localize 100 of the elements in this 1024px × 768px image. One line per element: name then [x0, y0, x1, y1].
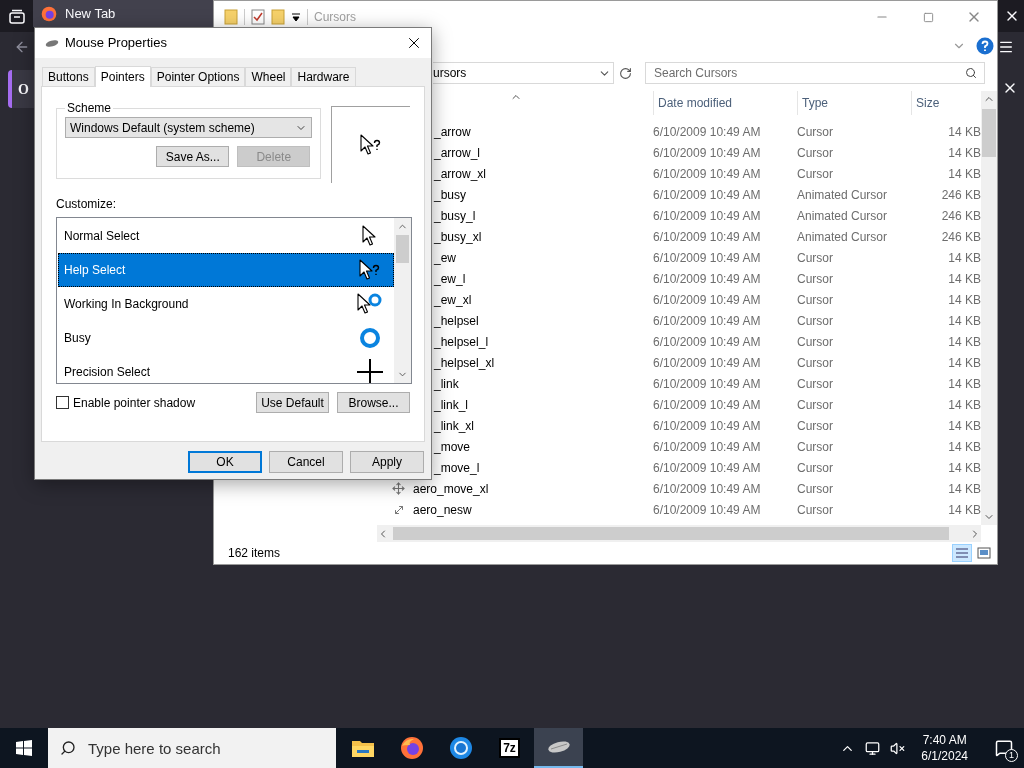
file-name[interactable]: aero_nesw: [413, 502, 472, 517]
taskbar-app[interactable]: [534, 728, 583, 768]
scheme-dropdown[interactable]: Windows Default (system scheme): [65, 117, 313, 138]
dialog-button[interactable]: Apply: [350, 451, 424, 473]
checkbox[interactable]: [56, 396, 69, 409]
dropdown-icon[interactable]: [291, 12, 301, 22]
table-cell-text: 246 KB: [940, 228, 981, 246]
table-cell-text: 6/10/2009 10:49 AM: [653, 354, 762, 372]
table-cell-text: Cursor: [797, 375, 834, 393]
table-cell-text: 6/10/2009 10:49 AM: [653, 333, 762, 351]
notification-count: 1: [1005, 749, 1018, 762]
vertical-scrollbar[interactable]: [981, 91, 997, 525]
address-bar[interactable]: ursors: [433, 62, 614, 84]
file-name[interactable]: _helpsel: [434, 313, 479, 328]
scheme-action-button[interactable]: Save As...: [156, 146, 230, 167]
table-cell-text: 14 KB: [947, 396, 981, 414]
file-name[interactable]: _ew: [434, 250, 456, 265]
ring-browser-icon: [448, 736, 473, 760]
page-button[interactable]: O: [8, 70, 34, 108]
search-field[interactable]: Search Cursors: [645, 62, 985, 84]
busy-arrow-cursor-icon: [357, 293, 383, 315]
file-name[interactable]: _arrow_xl: [434, 166, 487, 181]
table-cell-text: 6/10/2009 10:49 AM: [653, 144, 762, 162]
move-arrows-icon: [392, 482, 405, 495]
pointer-list-item[interactable]: Normal Select: [58, 219, 394, 253]
table-cell-text: 14 KB: [947, 333, 981, 351]
file-name[interactable]: _move: [434, 439, 471, 454]
pointer-action-button[interactable]: Browse...: [337, 392, 410, 413]
file-name[interactable]: _ew_xl: [434, 292, 472, 307]
dialog-title: Mouse Properties: [65, 34, 167, 53]
mouse-icon: [546, 740, 571, 754]
help-icon[interactable]: [976, 37, 994, 55]
table-cell-text: 14 KB: [947, 354, 981, 372]
taskbar-app[interactable]: 7z: [485, 728, 534, 768]
start-icon[interactable]: [16, 740, 32, 756]
scroll-thumb[interactable]: [393, 527, 949, 540]
table-cell-text: 6/10/2009 10:49 AM: [653, 459, 762, 477]
table-cell-text: Animated Cursor: [797, 186, 889, 204]
tab[interactable]: Wheel: [245, 67, 292, 86]
table-cell-text: 6/10/2009 10:49 AM: [653, 501, 762, 519]
file-name[interactable]: _link_xl: [434, 418, 475, 433]
file-name[interactable]: _helpsel_xl: [434, 355, 495, 370]
tab-list-icon[interactable]: [8, 8, 25, 24]
dialog-button[interactable]: OK: [188, 451, 262, 473]
table-cell-text: 6/10/2009 10:49 AM: [653, 165, 762, 183]
file-name[interactable]: _move_l: [434, 460, 480, 475]
file-name[interactable]: _busy: [434, 187, 467, 202]
properties-icon[interactable]: [251, 9, 265, 25]
tab[interactable]: Pointers: [94, 66, 151, 87]
tab[interactable]: Pointer Options: [150, 67, 246, 86]
file-name[interactable]: _helpsel_l: [434, 334, 489, 349]
notifications-icon[interactable]: [995, 739, 1013, 757]
table-cell-text: 14 KB: [947, 249, 981, 267]
table-cell-text: 6/10/2009 10:49 AM: [653, 228, 762, 246]
back-icon[interactable]: [14, 39, 30, 55]
file-name[interactable]: _arrow: [434, 124, 471, 139]
pointer-list-item[interactable]: Working In Background: [58, 287, 394, 321]
pointer-list[interactable]: Normal Select Help Select Working In Background Busy Precision Select: [56, 217, 412, 384]
file-name[interactable]: _ew_l: [434, 271, 466, 286]
refresh-icon[interactable]: [619, 66, 632, 80]
file-name[interactable]: _link: [434, 376, 459, 391]
vertical-scrollbar[interactable]: [394, 218, 411, 383]
pointer-list-item[interactable]: Precision Select: [58, 355, 394, 383]
file-name[interactable]: _busy_xl: [434, 229, 482, 244]
pointer-list-item[interactable]: Busy: [58, 321, 394, 355]
browser-tab[interactable]: New Tab: [33, 0, 213, 27]
pointer-action-button[interactable]: Use Default: [256, 392, 329, 413]
window-title: Cursors: [314, 9, 356, 26]
column-header[interactable]: Date modified: [653, 91, 797, 115]
table-cell-text: Cursor: [797, 480, 834, 498]
tab[interactable]: Hardware: [291, 67, 356, 86]
clock-time[interactable]: 7:40 AM: [922, 732, 967, 748]
dialog-button[interactable]: Cancel: [269, 451, 343, 473]
tab[interactable]: Buttons: [42, 67, 95, 86]
details-view-icon[interactable]: [952, 544, 972, 562]
thumbnail-view-icon[interactable]: [975, 544, 993, 562]
diagonal-arrow-icon: [392, 503, 405, 516]
column-header[interactable]: Type: [797, 91, 911, 115]
taskbar-search-field[interactable]: Type here to search: [48, 728, 336, 768]
customize-label: Customize:: [56, 196, 118, 213]
scroll-thumb[interactable]: [982, 109, 996, 157]
scheme-label: Scheme: [66, 100, 113, 117]
clock-date[interactable]: 6/1/2024: [921, 748, 968, 764]
table-cell-text: Cursor: [797, 123, 834, 141]
table-cell-text: Cursor: [797, 249, 834, 267]
file-name[interactable]: aero_move_xl: [413, 481, 489, 496]
help-cursor-icon: [359, 259, 381, 281]
volume-muted-icon[interactable]: [890, 740, 906, 756]
file-name[interactable]: _link_l: [434, 397, 469, 412]
horizontal-scrollbar[interactable]: [377, 525, 981, 542]
file-name[interactable]: _arrow_l: [434, 145, 481, 160]
table-cell-text: Cursor: [797, 291, 834, 309]
table-cell-text: 6/10/2009 10:49 AM: [653, 480, 762, 498]
file-name[interactable]: _busy_l: [434, 208, 476, 223]
scroll-thumb[interactable]: [396, 235, 409, 263]
table-cell-text: 14 KB: [947, 312, 981, 330]
table-cell-text: Cursor: [797, 396, 834, 414]
pointer-list-item[interactable]: Help Select: [58, 253, 394, 287]
network-icon[interactable]: [865, 740, 881, 756]
menu-icon[interactable]: [998, 39, 1014, 55]
